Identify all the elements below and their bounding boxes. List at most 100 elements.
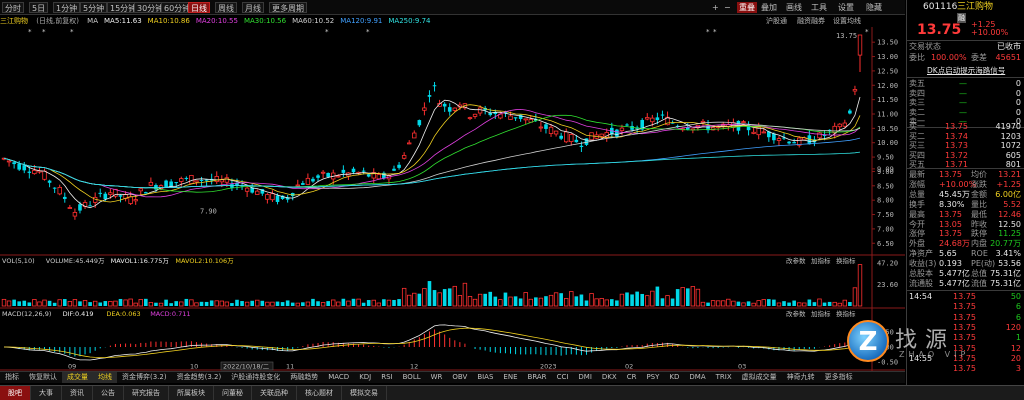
tick-row-4: 13.75 1 <box>909 333 1023 343</box>
volume-action-0[interactable]: 改参数 <box>786 256 806 265</box>
stock-title: 三江购物 <box>0 17 28 25</box>
candle-body <box>224 177 230 183</box>
indicator-tab-10[interactable]: RSI <box>376 372 397 383</box>
macd-action-1[interactable]: 加指标 <box>811 309 831 318</box>
toolbar-action-4[interactable]: 画线 <box>786 2 802 13</box>
candle-body <box>67 207 73 209</box>
bottom-tab-6[interactable]: 问董秘 <box>214 386 252 400</box>
event-marker-icon[interactable]: * <box>70 28 74 36</box>
bottom-tab-1[interactable]: 大事 <box>31 386 62 400</box>
volume-bar <box>82 300 88 307</box>
period-button-10[interactable]: 更多周期 <box>269 2 307 13</box>
period-button-3[interactable]: 5分钟 <box>80 2 108 13</box>
toolbar-action-2[interactable]: 重叠 <box>737 2 757 13</box>
indicator-tab-7[interactable]: 两融趋势 <box>285 372 323 383</box>
period-button-0[interactable]: 分时 <box>2 2 24 13</box>
event-marker-icon[interactable]: * <box>42 28 46 36</box>
candle-body <box>792 142 796 144</box>
indicator-tab-11[interactable]: BOLL <box>398 372 426 383</box>
volume-bar <box>564 298 569 307</box>
adjust-mode[interactable]: (日线,前复权) <box>36 17 79 25</box>
macd-tick-label: 0.00 <box>877 344 894 352</box>
macd-action-2[interactable]: 换指标 <box>836 309 856 318</box>
indicator-tab-21[interactable]: PSY <box>641 372 664 383</box>
event-marker-icon[interactable]: * <box>713 28 717 36</box>
bottom-tab-8[interactable]: 核心题材 <box>297 386 342 400</box>
event-marker-icon[interactable]: * <box>28 28 32 36</box>
toolbar-action-1[interactable]: − <box>724 2 731 13</box>
period-button-9[interactable]: 月线 <box>242 2 264 13</box>
indicator-tab-25[interactable]: 虚拟成交量 <box>737 372 782 383</box>
period-button-2[interactable]: 1分钟 <box>53 2 81 13</box>
toolbar-action-6[interactable]: 设置 <box>838 2 854 13</box>
indicator-tab-8[interactable]: MACD <box>323 372 354 383</box>
macd-action-0[interactable]: 改参数 <box>786 309 806 318</box>
indicator-tab-5[interactable]: 资金趋势(3.2) <box>172 372 227 383</box>
indicator-tab-16[interactable]: BRAR <box>523 372 552 383</box>
toolbar-action-7[interactable]: 隐藏 <box>866 2 882 13</box>
indicator-tab-6[interactable]: 沪股通持股变化 <box>226 372 285 383</box>
candle-body <box>366 174 371 177</box>
volume-bar <box>548 294 554 307</box>
indicator-tab-3[interactable]: 均线 <box>93 372 117 383</box>
indicator-tab-22[interactable]: KD <box>664 372 684 383</box>
event-marker-icon[interactable]: * <box>706 28 710 36</box>
indicator-tab-1[interactable]: 恢复默认 <box>24 372 62 383</box>
signal-notice-link[interactable]: DK点启动提示海路信号 <box>927 66 1005 76</box>
bottom-tab-3[interactable]: 公告 <box>93 386 124 400</box>
indicator-tab-23[interactable]: DMA <box>684 372 710 383</box>
kline-chart[interactable]: 13.50 13.00 12.50 12.00 11.50 11.00 10.50 10.00… <box>0 27 905 371</box>
indicator-tab-9[interactable]: KDJ <box>354 372 376 383</box>
period-button-1[interactable]: 5日 <box>29 2 49 13</box>
toolbar-action-5[interactable]: 工具 <box>811 2 827 13</box>
period-button-7[interactable]: 日线 <box>188 2 210 13</box>
bottom-tab-0[interactable]: 股吧 <box>0 386 31 400</box>
ma-link-1[interactable]: 融资融券 <box>797 15 825 27</box>
indicator-tab-15[interactable]: ENE <box>498 372 522 383</box>
candle-body <box>467 117 473 119</box>
bottom-tab-5[interactable]: 所属板块 <box>169 386 214 400</box>
volume-action-2[interactable]: 换指标 <box>836 256 856 265</box>
volume-bar <box>670 298 675 306</box>
indicator-tab-12[interactable]: WR <box>426 372 448 383</box>
indicator-tab-13[interactable]: OBV <box>447 372 472 383</box>
candle-body <box>837 123 842 128</box>
indicator-tab-2[interactable]: 成交量 <box>62 372 93 383</box>
bottom-tab-9[interactable]: 模拟交易 <box>342 386 387 400</box>
volume-bar <box>827 301 832 306</box>
event-marker-icon[interactable]: * <box>366 28 370 36</box>
stat-row-8: 净资产 5.65 ROE 3.41% <box>909 249 1023 259</box>
bottom-tab-4[interactable]: 研究报告 <box>124 386 169 400</box>
indicator-tab-17[interactable]: CCI <box>552 372 574 383</box>
quote-panel: 601116 三江购物融 13.75 +1.25 +10.00% 交易状态 已收市 委比 100… <box>847 0 1024 385</box>
candle-body <box>417 120 422 126</box>
candle-body <box>275 195 280 202</box>
event-marker-icon[interactable]: * <box>865 28 869 36</box>
volume-bar <box>316 301 320 306</box>
ma-link-0[interactable]: 沪股通 <box>766 15 787 27</box>
stat-value: +1.25 <box>996 179 1021 189</box>
indicator-tab-14[interactable]: BIAS <box>472 372 498 383</box>
toolbar-action-0[interactable]: + <box>712 2 719 13</box>
bottom-tab-2[interactable]: 资讯 <box>62 386 93 400</box>
event-marker-icon[interactable]: * <box>325 28 329 36</box>
candle-body <box>472 113 478 117</box>
ma-link-2[interactable]: 设置均线 <box>833 15 861 27</box>
volume-bar <box>12 299 16 306</box>
indicator-tab-4[interactable]: 资金博弈(3.2) <box>117 372 172 383</box>
volume-action-1[interactable]: 加指标 <box>811 256 831 265</box>
indicator-tab-19[interactable]: DKX <box>597 372 622 383</box>
indicator-tab-26[interactable]: 神奇九转 <box>782 372 820 383</box>
indicator-tab-27[interactable]: 更多指标 <box>820 372 858 383</box>
indicator-tab-20[interactable]: CR <box>622 372 642 383</box>
volume-bar <box>706 302 710 306</box>
volume-bar <box>776 302 782 307</box>
indicator-tab-24[interactable]: TRIX <box>711 372 737 383</box>
volume-bar <box>341 298 346 306</box>
period-button-8[interactable]: 周线 <box>215 2 237 13</box>
indicator-tab-0[interactable]: 指标 <box>0 372 24 383</box>
bottom-tab-7[interactable]: 关联品种 <box>252 386 297 400</box>
toolbar-action-3[interactable]: 叠加 <box>761 2 777 13</box>
volume-bar <box>452 285 457 307</box>
indicator-tab-18[interactable]: DMI <box>573 372 597 383</box>
